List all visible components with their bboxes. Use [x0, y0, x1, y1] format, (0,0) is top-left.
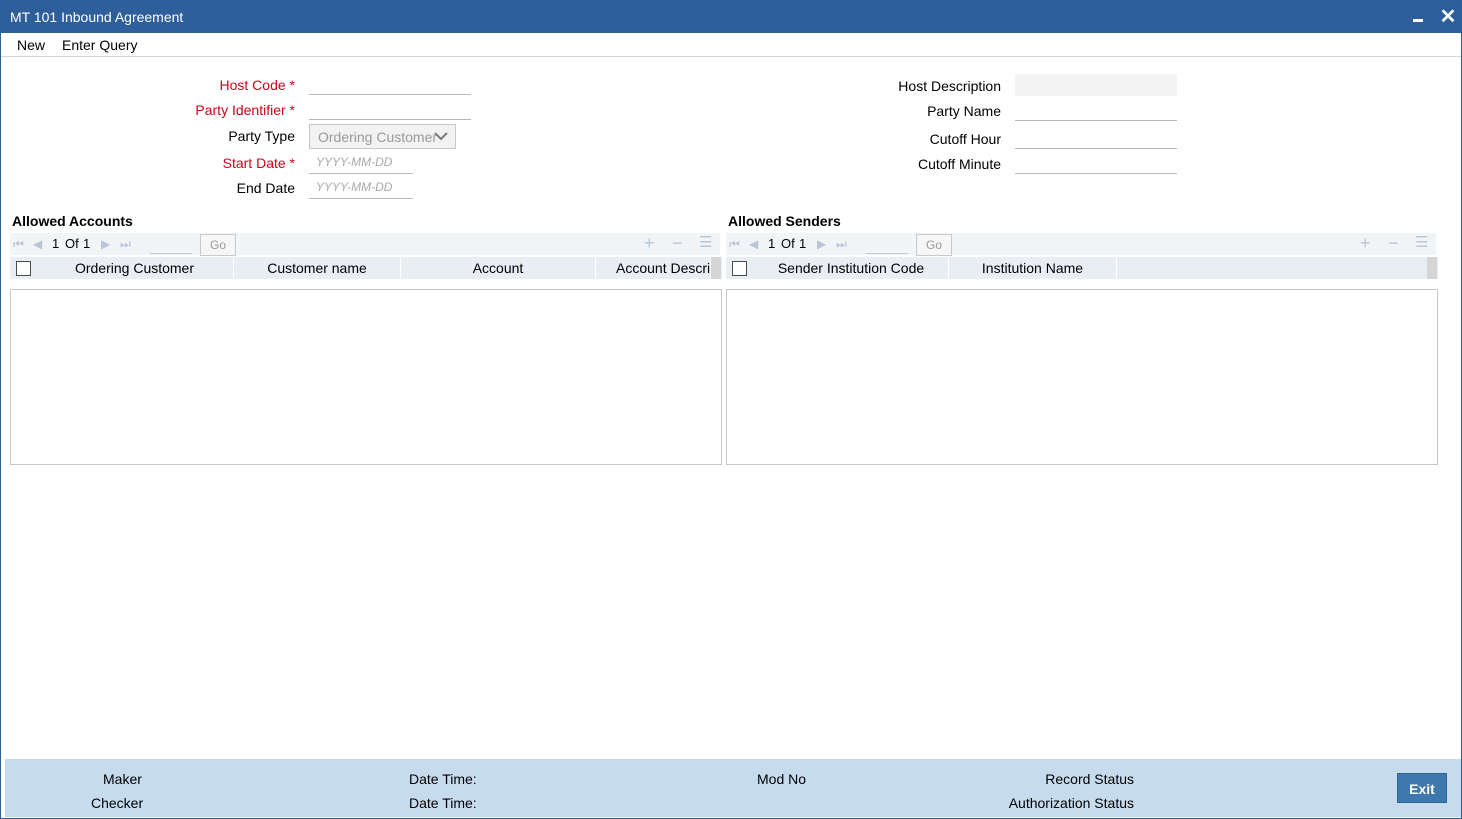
allowed-senders-body — [726, 289, 1438, 465]
previous-page-icon[interactable]: ◀ — [33, 237, 42, 251]
party-type-label: Party Type — [228, 128, 295, 144]
maker-date-time-label: Date Time: — [409, 771, 477, 787]
list-view-icon[interactable]: ☰ — [699, 234, 712, 252]
allowed-accounts-grid: ⏮ ◀ 1 Of 1 ▶ ⏭ Go + − ☰ Ordering Custome… — [10, 233, 722, 466]
mt101-inbound-agreement-window: MT 101 Inbound Agreement ✕ New Enter Que… — [0, 0, 1462, 819]
audit-footer: Maker Checker Date Time: Date Time: Mod … — [5, 759, 1461, 817]
list-view-icon[interactable]: ☰ — [1415, 234, 1428, 252]
allowed-accounts-pager: ⏮ ◀ 1 Of 1 ▶ ⏭ Go + − ☰ — [10, 233, 720, 256]
party-identifier-label: Party Identifier * — [195, 102, 295, 118]
first-page-icon[interactable]: ⏮ — [13, 237, 24, 252]
party-name-label: Party Name — [927, 103, 1001, 119]
column-header[interactable]: Customer name — [234, 257, 401, 279]
end-date-placeholder: YYYY-MM-DD — [316, 180, 393, 194]
allowed-accounts-header: Ordering Customer Customer name Account … — [10, 257, 722, 279]
party-name-input[interactable] — [1015, 99, 1177, 121]
host-code-input[interactable] — [309, 73, 471, 95]
total-pages: 1 — [799, 236, 807, 251]
start-date-input[interactable]: YYYY-MM-DD — [309, 152, 413, 174]
cutoff-minute-input[interactable] — [1015, 152, 1177, 174]
page-number-input[interactable] — [866, 234, 908, 254]
current-page: 1 — [52, 236, 60, 251]
title-bar: MT 101 Inbound Agreement ✕ — [1, 1, 1461, 33]
menu-enter-query[interactable]: Enter Query — [62, 37, 137, 53]
header-scrollbar[interactable] — [1427, 257, 1437, 279]
delete-row-icon[interactable]: − — [1388, 234, 1399, 252]
allowed-accounts-body — [10, 289, 722, 465]
current-page: 1 — [768, 236, 776, 251]
of-label: Of — [65, 236, 79, 251]
host-description-input — [1015, 74, 1177, 96]
column-header[interactable]: Sender Institution Code — [754, 257, 949, 279]
next-page-icon[interactable]: ▶ — [817, 237, 826, 251]
checker-label: Checker — [91, 795, 144, 811]
select-all-checkbox[interactable] — [16, 261, 31, 276]
checker-date-time-label: Date Time: — [409, 795, 477, 811]
total-pages: 1 — [83, 236, 91, 251]
host-code-label: Host Code * — [219, 77, 296, 93]
previous-page-icon[interactable]: ◀ — [749, 237, 758, 251]
of-label: Of — [781, 236, 795, 251]
end-date-label: End Date — [236, 180, 295, 196]
party-identifier-input[interactable] — [309, 98, 471, 120]
last-page-icon[interactable]: ⏭ — [836, 237, 847, 252]
window-title: MT 101 Inbound Agreement — [10, 9, 184, 25]
cutoff-hour-input[interactable] — [1015, 127, 1177, 149]
column-header[interactable]: Institution Name — [949, 257, 1117, 279]
first-page-icon[interactable]: ⏮ — [729, 237, 740, 252]
chevron-down-icon — [434, 132, 448, 141]
party-type-selected: Ordering Customer — [318, 129, 438, 145]
menu-bar: New Enter Query — [1, 33, 1461, 57]
cutoff-minute-label: Cutoff Minute — [917, 156, 1001, 172]
host-description-label: Host Description — [898, 78, 1001, 94]
authorization-status-label: Authorization Status — [1008, 795, 1134, 811]
last-page-icon[interactable]: ⏭ — [120, 237, 131, 252]
record-status-label: Record Status — [1045, 771, 1134, 787]
select-all-checkbox[interactable] — [732, 261, 747, 276]
allowed-accounts-title: Allowed Accounts — [12, 213, 133, 229]
add-row-icon[interactable]: + — [1360, 234, 1371, 252]
maker-label: Maker — [103, 771, 142, 787]
go-button[interactable]: Go — [916, 234, 952, 256]
close-icon[interactable]: ✕ — [1438, 7, 1458, 27]
go-button[interactable]: Go — [200, 234, 236, 256]
page-number-input[interactable] — [150, 234, 192, 254]
next-page-icon[interactable]: ▶ — [101, 237, 110, 251]
allowed-senders-header: Sender Institution Code Institution Name — [726, 257, 1438, 279]
minimize-icon[interactable] — [1409, 7, 1429, 27]
cutoff-hour-label: Cutoff Hour — [929, 131, 1001, 147]
column-header[interactable]: Account — [401, 257, 596, 279]
mod-no-label: Mod No — [757, 771, 807, 787]
allowed-senders-title: Allowed Senders — [728, 213, 841, 229]
add-row-icon[interactable]: + — [644, 234, 655, 252]
column-header[interactable]: Account Descripti — [596, 257, 711, 279]
start-date-label: Start Date * — [222, 155, 295, 171]
column-header[interactable]: Ordering Customer — [36, 257, 234, 279]
menu-new[interactable]: New — [17, 37, 45, 53]
delete-row-icon[interactable]: − — [672, 234, 683, 252]
allowed-senders-pager: ⏮ ◀ 1 Of 1 ▶ ⏭ Go + − ☰ — [726, 233, 1436, 256]
party-type-select[interactable]: Ordering Customer — [309, 124, 456, 149]
start-date-placeholder: YYYY-MM-DD — [316, 155, 393, 169]
end-date-input[interactable]: YYYY-MM-DD — [309, 177, 413, 199]
exit-button[interactable]: Exit — [1397, 773, 1447, 803]
allowed-senders-grid: ⏮ ◀ 1 Of 1 ▶ ⏭ Go + − ☰ Sender Instituti… — [726, 233, 1438, 466]
header-scrollbar[interactable] — [711, 257, 721, 279]
